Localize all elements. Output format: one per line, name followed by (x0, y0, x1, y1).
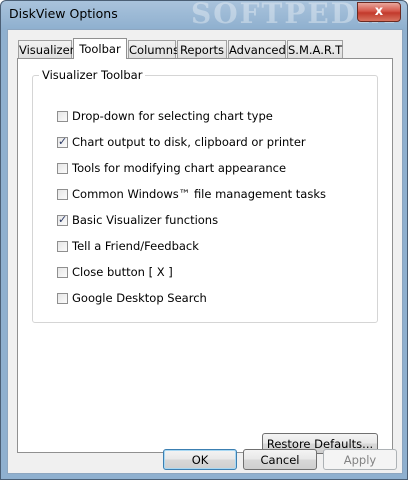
close-icon: x (374, 4, 384, 19)
group-title: Visualizer Toolbar (39, 68, 146, 82)
checkbox[interactable] (57, 213, 68, 226)
checkbox[interactable] (57, 162, 68, 174)
dialog-client-area: Visualizer Toolbar Columns Reports Advan… (7, 29, 403, 474)
visualizer-toolbar-group: Visualizer Toolbar Drop-down for selecti… (32, 68, 378, 323)
option-tell-a-friend[interactable]: Tell a Friend/Feedback (57, 238, 199, 254)
option-close-button[interactable]: Close button [ X ] (57, 264, 173, 280)
checkbox[interactable] (57, 292, 68, 304)
tab-toolbar[interactable]: Toolbar (73, 38, 127, 59)
option-modify-chart-tools[interactable]: Tools for modifying chart appearance (57, 160, 286, 176)
checkbox[interactable] (57, 110, 68, 122)
checkbox[interactable] (57, 266, 68, 278)
tab-smart[interactable]: S.M.A.R.T (287, 40, 343, 58)
tab-visualizer[interactable]: Visualizer (18, 40, 74, 58)
close-window-button[interactable]: x (357, 2, 401, 22)
option-file-management[interactable]: Common Windows™ file management tasks (57, 186, 326, 202)
options-window: DiskView Options SOFTPEDIA x Visualizer … (0, 0, 408, 480)
tab-columns[interactable]: Columns (128, 40, 179, 58)
option-basic-visualizer[interactable]: Basic Visualizer functions (57, 212, 218, 228)
checkbox[interactable] (57, 188, 68, 200)
tab-advanced[interactable]: Advanced (228, 40, 286, 58)
apply-button[interactable]: Apply (323, 449, 397, 470)
option-dropdown-chart-type[interactable]: Drop-down for selecting chart type (57, 108, 273, 124)
option-chart-output[interactable]: Chart output to disk, clipboard or print… (57, 134, 306, 150)
window-title: DiskView Options (9, 6, 118, 21)
option-google-desktop[interactable]: Google Desktop Search (57, 290, 207, 306)
tab-reports[interactable]: Reports (177, 40, 227, 58)
checkbox[interactable] (57, 240, 68, 252)
checkbox[interactable] (57, 135, 68, 148)
toolbar-tab-panel: Visualizer Toolbar Drop-down for selecti… (17, 58, 393, 454)
title-bar[interactable]: DiskView Options SOFTPEDIA x (1, 1, 407, 30)
ok-button[interactable]: OK (163, 449, 237, 470)
cancel-button[interactable]: Cancel (243, 449, 317, 470)
